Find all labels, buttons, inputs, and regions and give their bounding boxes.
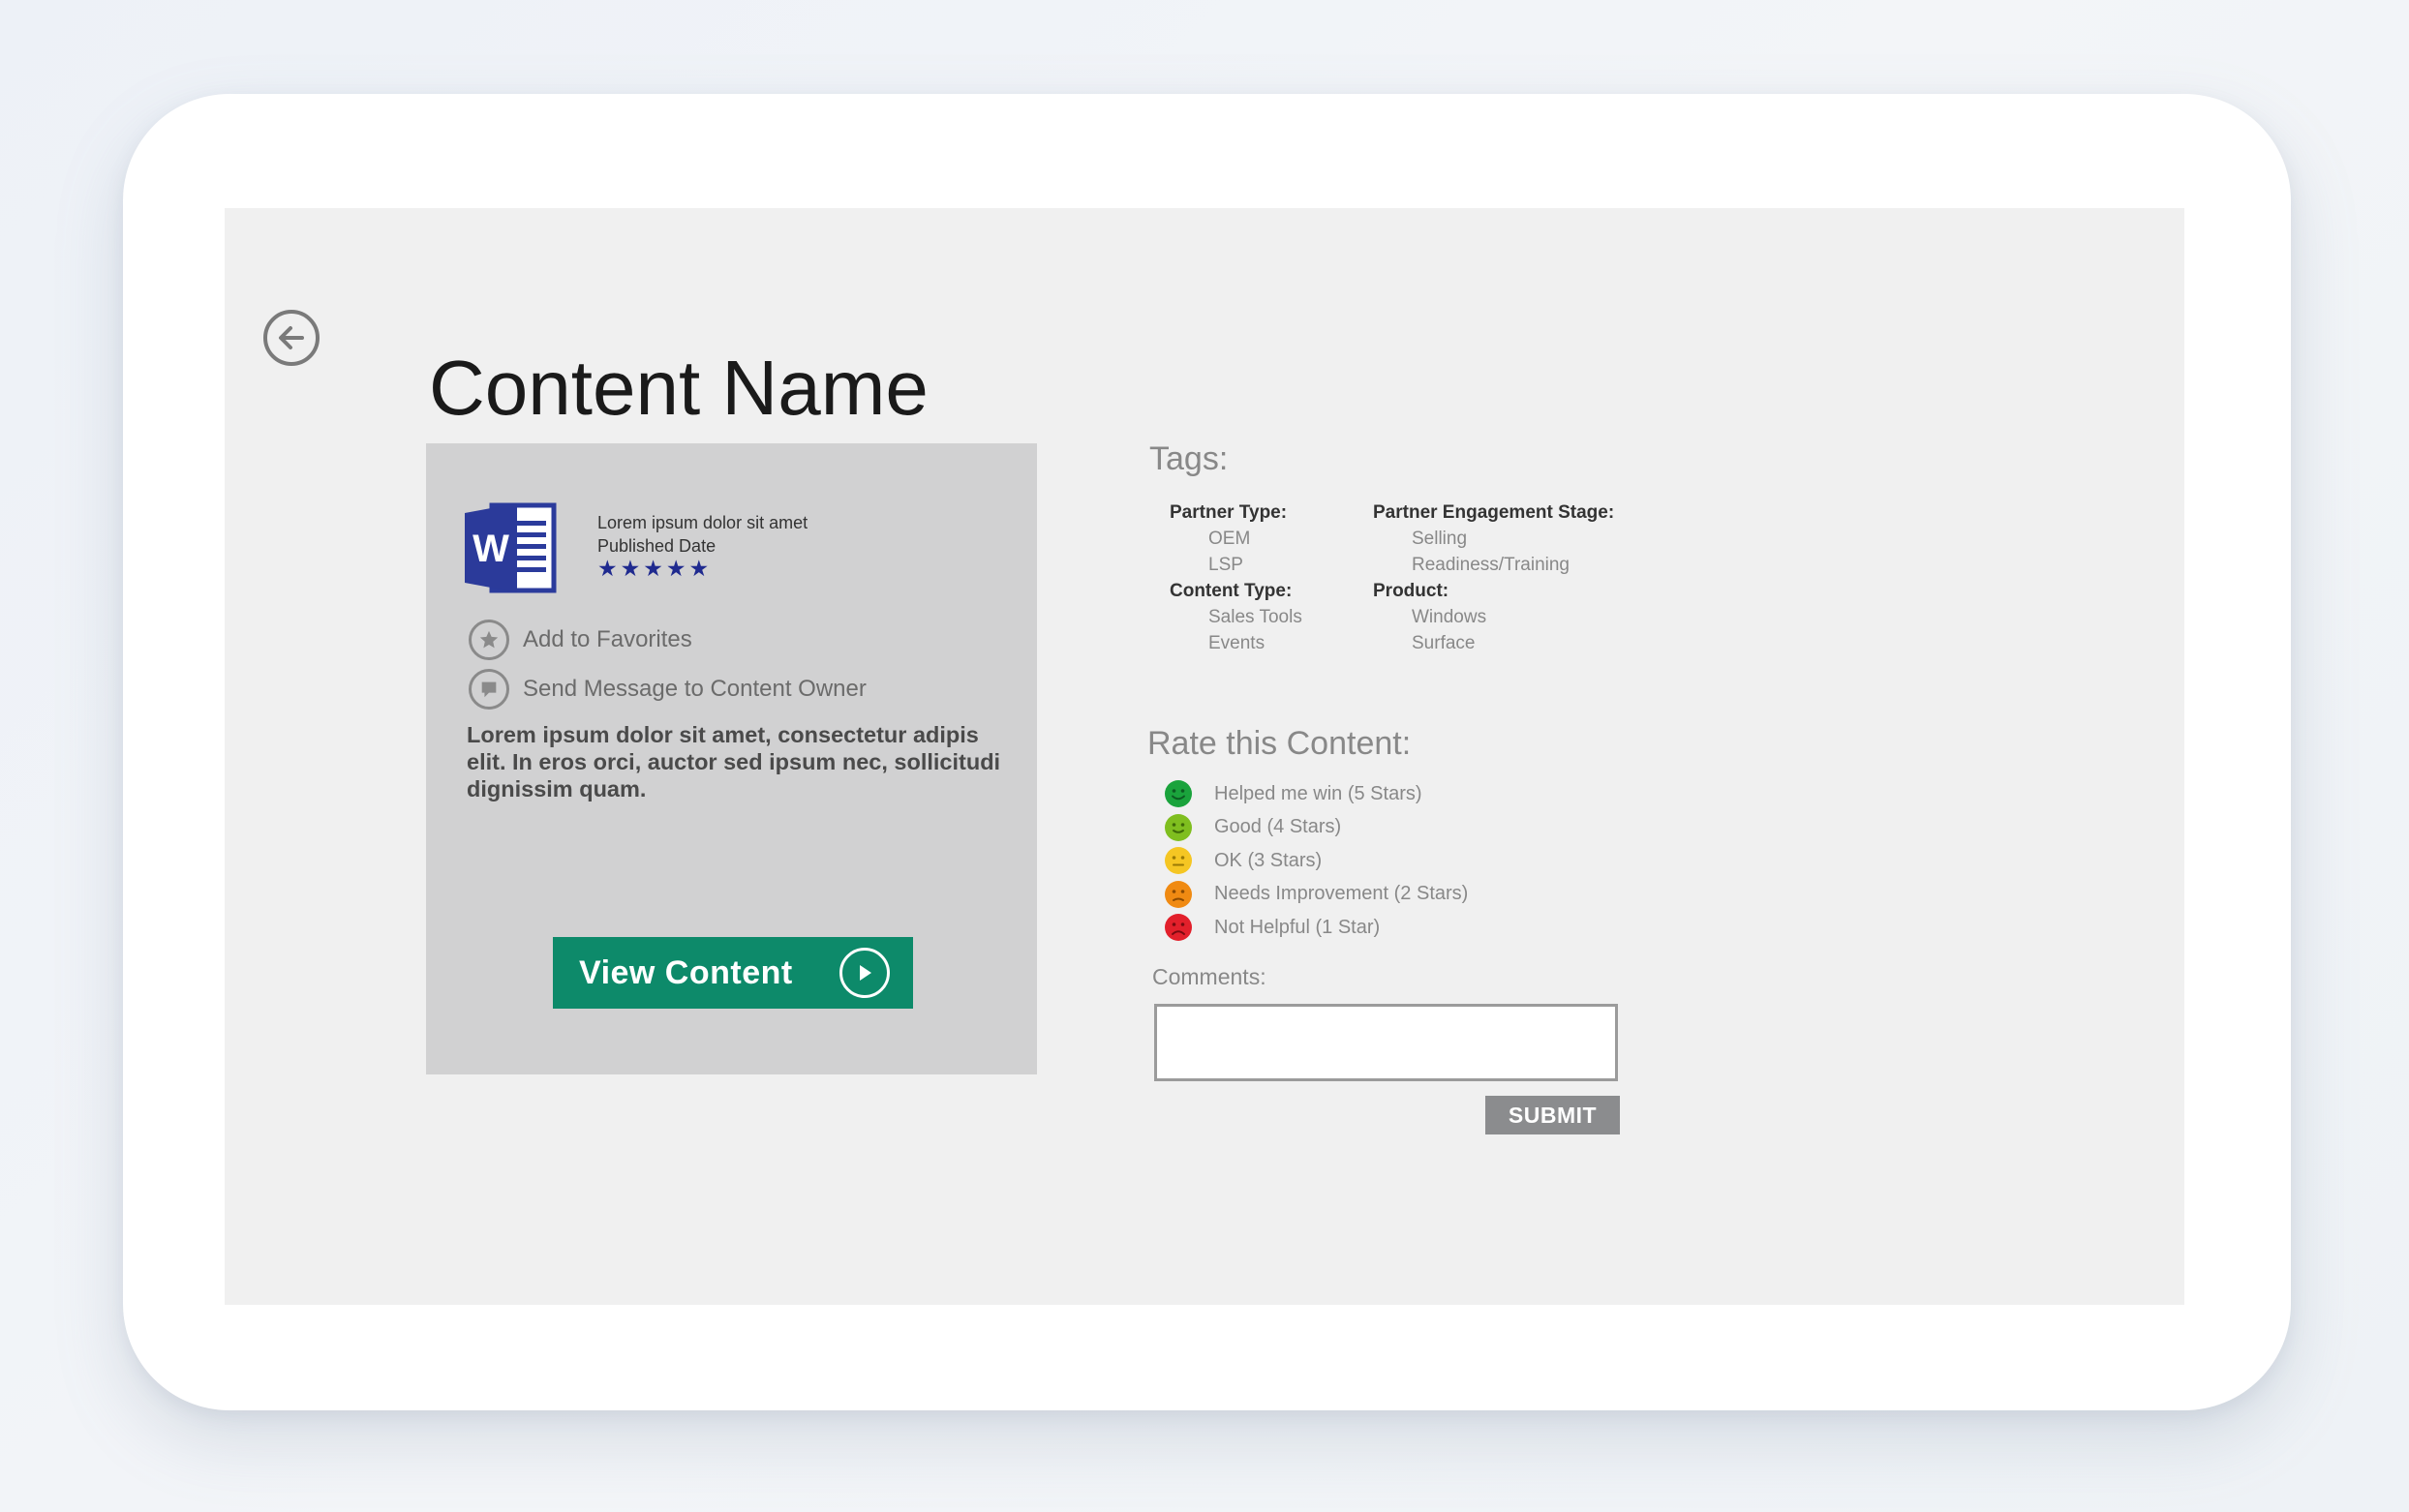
tag-label: Product: [1373,581,1449,601]
tag-label: Partner Type: [1170,502,1288,523]
play-circle-icon [839,948,890,998]
content-card: W Lorem ipsum dolor sit amet Published D… [426,443,1037,1074]
view-content-button[interactable]: View Content [553,937,913,1009]
back-button[interactable] [263,310,320,366]
document-meta: Lorem ipsum dolor sit amet Published Dat… [597,511,808,581]
rating-option-2[interactable]: Needs Improvement (2 Stars) [1164,878,1468,912]
tag-value: Readiness/Training [1412,555,1570,575]
rating-options: Helped me win (5 Stars) Good (4 Stars) O… [1164,777,1468,945]
view-content-label: View Content [579,953,793,991]
tag-group-partner-type: Partner Type: OEM LSP [1170,499,1287,578]
arrow-left-icon [279,326,304,349]
rating-label: Not Helpful (1 Star) [1214,916,1381,938]
comments-label: Comments: [1152,964,1266,989]
document-title: Lorem ipsum dolor sit amet [597,513,808,532]
tag-value: Events [1208,633,1265,653]
tag-value: LSP [1208,555,1243,575]
app-screen: Content Name W Lorem ipsum dolor sit ame… [225,208,2184,1305]
smile-face-icon [1165,813,1192,841]
tags-heading: Tags: [1149,440,1229,477]
sad-face-icon [1165,914,1192,942]
rating-option-3[interactable]: OK (3 Stars) [1164,844,1468,878]
tag-value: Sales Tools [1208,607,1302,627]
rating-option-4[interactable]: Good (4 Stars) [1164,811,1468,845]
star-icon: ★ [620,556,641,581]
tag-value: OEM [1208,529,1251,549]
tag-value: Surface [1412,633,1476,653]
rating-option-5[interactable]: Helped me win (5 Stars) [1164,777,1468,811]
rate-heading: Rate this Content: [1147,725,1412,762]
add-to-favorites-label: Add to Favorites [523,626,692,652]
add-to-favorites-button[interactable]: Add to Favorites [469,620,692,660]
star-icon: ★ [688,556,710,581]
tag-group-engagement-stage: Partner Engagement Stage: Selling Readin… [1373,499,1614,578]
tag-group-product: Product: Windows Surface [1373,578,1486,656]
star-icon: ★ [643,556,663,581]
star-rating: ★ ★ ★ ★ ★ [597,556,808,581]
happy-face-icon [1165,780,1192,808]
tag-value: Windows [1412,607,1487,627]
unhappy-face-icon [1165,880,1192,908]
message-icon [469,669,509,710]
neutral-face-icon [1165,847,1192,875]
page-title: Content Name [429,345,929,431]
published-date: Published Date [597,536,717,556]
rating-option-1[interactable]: Not Helpful (1 Star) [1164,911,1468,945]
send-message-label: Send Message to Content Owner [523,676,867,702]
tag-label: Content Type: [1170,581,1293,601]
send-message-button[interactable]: Send Message to Content Owner [469,669,867,710]
tag-label: Partner Engagement Stage: [1373,502,1615,523]
content-description: Lorem ipsum dolor sit amet, consectetur … [467,722,1001,801]
rating-label: Good (4 Stars) [1214,816,1342,838]
rating-label: Needs Improvement (2 Stars) [1214,883,1469,905]
star-icon [469,620,509,660]
rating-label: Helped me win (5 Stars) [1214,782,1422,804]
star-icon: ★ [665,556,686,581]
submit-button[interactable]: SUBMIT [1485,1096,1620,1134]
rating-label: OK (3 Stars) [1214,849,1323,871]
word-document-icon: W [465,502,557,593]
tag-value: Selling [1412,529,1468,549]
star-icon: ★ [597,556,618,581]
tag-group-content-type: Content Type: Sales Tools Events [1170,578,1302,656]
comments-input[interactable] [1154,1004,1618,1081]
svg-text:W: W [473,528,509,570]
